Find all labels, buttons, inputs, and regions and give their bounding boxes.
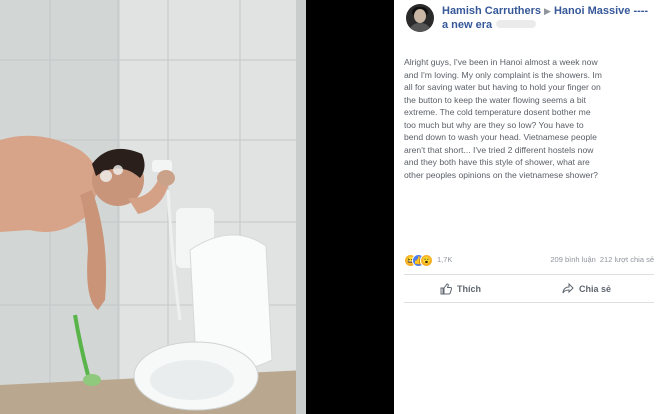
group-name-cont[interactable]: a new era (442, 19, 492, 32)
shower-photo (0, 0, 306, 414)
like-button[interactable]: Thích (440, 280, 481, 298)
share-button[interactable]: Chia sẻ (562, 280, 611, 298)
share-arrow-icon (562, 283, 574, 294)
post-line: aren't that short... I've tried 2 differ… (404, 144, 594, 155)
blurred-meta (496, 20, 536, 28)
dark-gutter (306, 0, 394, 414)
post-line: Alright guys, I've been in Hanoi almost … (404, 57, 598, 67)
post-line: bend down to wash your head. Vietnamese … (404, 132, 597, 142)
post-actions: Thích Chia sẻ (404, 280, 654, 298)
divider (404, 274, 654, 275)
post-line: extreme. The cold temperature dosent bot… (404, 107, 591, 117)
share-label: Chia sẻ (579, 284, 612, 294)
post-line: and they both have this style of shower,… (404, 157, 590, 167)
like-label: Thích (457, 284, 481, 294)
comment-share-counts: 209 bình luận 212 lượt chia sẻ (550, 255, 654, 264)
author-name-link[interactable]: Hamish Carruthers (442, 5, 541, 17)
post-panel: Hamish Carruthers ▶ Hanoi Massive ---- a n… (394, 0, 660, 414)
thumbs-up-icon (440, 283, 452, 295)
avatar[interactable] (406, 4, 434, 32)
post-line: other peoples opinions on the vietnamese… (404, 169, 598, 180)
post-stats: 😆 👍 😮 1,7K 209 bình luận 212 lượt chia sẻ (404, 254, 654, 268)
comment-count[interactable]: 209 bình luận (550, 255, 595, 264)
arrow-right-icon: ▶ (544, 6, 551, 16)
author-line: Hamish Carruthers ▶ Hanoi Massive ---- (442, 5, 660, 18)
post-line: too much but why are they so low? You ha… (404, 119, 584, 130)
post-line: the button to keep the water flowing see… (404, 94, 587, 105)
post-line: all for saving water but having to hold … (404, 82, 601, 92)
reaction-count[interactable]: 1,7K (437, 255, 452, 264)
divider (404, 302, 654, 303)
post-photo[interactable] (0, 0, 306, 414)
group-name-link[interactable]: Hanoi Massive ---- (554, 5, 648, 17)
wow-icon: 😮 (420, 254, 433, 267)
share-count[interactable]: 212 lượt chia sẻ (600, 255, 654, 264)
post-body: Alright guys, I've been in Hanoi almost … (404, 56, 654, 181)
post-line: and I'm loving. My only complaint is the… (404, 69, 602, 80)
post-header: Hamish Carruthers ▶ Hanoi Massive ---- a n… (406, 4, 658, 36)
